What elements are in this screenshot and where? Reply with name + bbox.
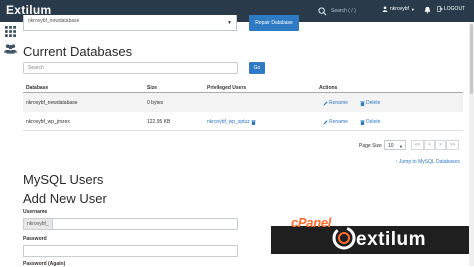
repair-database-select[interactable]: nkrovybf_newdatabase ▼: [23, 15, 237, 31]
database-name: nkrovybf_wp_jmzex: [26, 119, 70, 125]
page-size-label: Page Size: [359, 143, 382, 149]
extilum-ring-icon: [332, 226, 356, 250]
logout-button[interactable]: LOGOUT: [437, 6, 465, 12]
pencil-icon: [323, 100, 328, 106]
users-icon[interactable]: [4, 43, 17, 54]
logout-icon: [437, 6, 443, 12]
last-page-button[interactable]: >>: [446, 140, 459, 150]
page-size-select[interactable]: 10 ▼: [384, 140, 406, 150]
privileged-user-label: nkrovybf_wp_sptuz: [207, 119, 250, 125]
header-search-placeholder: Search ( / ): [331, 8, 356, 14]
delete-link[interactable]: Delete: [360, 100, 380, 106]
database-size: 122.95 KB: [147, 119, 171, 125]
rename-label: Rename: [329, 119, 348, 125]
privileged-user-link[interactable]: nkrovybf_wp_sptuz: [207, 119, 257, 125]
column-header-privileged-users: Privileged Users: [207, 85, 247, 91]
user-icon: [382, 6, 388, 12]
password-label: Password: [23, 236, 47, 242]
password-again-label: Password (Again): [23, 261, 66, 267]
database-size: 0 bytes: [147, 100, 164, 106]
jump-link-label: Jump to MySQL Databases: [398, 159, 460, 165]
current-databases-heading: Current Databases: [23, 44, 133, 59]
username-label: Username: [23, 209, 48, 215]
logout-label: LOGOUT: [444, 6, 466, 12]
go-button[interactable]: Go: [249, 62, 265, 74]
column-header-size[interactable]: Size: [147, 85, 157, 91]
chevron-down-icon: ▼: [399, 144, 403, 149]
trash-icon: [360, 119, 365, 125]
add-new-user-heading: Add New User: [23, 191, 107, 206]
chevron-down-icon: ▼: [227, 20, 232, 26]
page-size-value: 10: [388, 143, 394, 149]
username-prefix: nkrovybf_: [24, 219, 53, 229]
password-input[interactable]: [23, 245, 238, 257]
prev-page-button[interactable]: <: [424, 140, 435, 150]
sidebar: [0, 22, 19, 266]
chevron-down-icon: ▼: [410, 6, 415, 12]
database-search-placeholder: Search: [28, 65, 44, 71]
cpanel-logo: cPanel: [291, 215, 332, 230]
bell-icon[interactable]: [424, 6, 431, 14]
delete-label: Delete: [366, 119, 381, 125]
database-name: nkrovybf_newdatabase: [26, 100, 78, 106]
delete-link[interactable]: Delete: [360, 119, 380, 125]
table-row: nkrovybf_wp_jmzex 122.95 KB nkrovybf_wp_…: [23, 112, 463, 131]
table-header: Database Size Privileged Users Actions: [23, 82, 463, 93]
rename-label: Rename: [329, 100, 348, 106]
jump-to-databases-link[interactable]: ↑ Jump to MySQL Databases: [395, 159, 460, 165]
trash-icon: [360, 100, 365, 106]
table-row: nkrovybf_newdatabase 0 bytes Rename Dele…: [23, 93, 463, 112]
pencil-icon: [323, 119, 328, 125]
user-menu[interactable]: nkrovybf ▼: [382, 6, 415, 12]
next-page-button[interactable]: >: [435, 140, 446, 150]
database-search-input[interactable]: Search: [23, 62, 238, 74]
repair-database-button[interactable]: Repair Database: [249, 15, 299, 31]
delete-label: Delete: [366, 100, 381, 106]
header-search[interactable]: Search ( / ): [318, 4, 370, 18]
column-header-actions: Actions: [319, 85, 338, 91]
rename-link[interactable]: Rename: [323, 100, 348, 106]
column-header-database[interactable]: Database: [26, 85, 48, 91]
username-input[interactable]: nkrovybf_: [23, 218, 238, 230]
mysql-users-heading: MySQL Users: [23, 172, 104, 187]
extilum-logo: extilum: [356, 229, 427, 250]
repair-database-select-value: nkrovybf_newdatabase: [28, 18, 80, 24]
grid-icon[interactable]: [5, 26, 16, 37]
trash-icon[interactable]: [251, 119, 256, 125]
scrollbar-thumb[interactable]: [470, 24, 473, 94]
rename-link[interactable]: Rename: [323, 119, 348, 125]
search-icon: [318, 6, 327, 16]
username-label: nkrovybf: [390, 6, 409, 12]
first-page-button[interactable]: <<: [411, 140, 424, 150]
